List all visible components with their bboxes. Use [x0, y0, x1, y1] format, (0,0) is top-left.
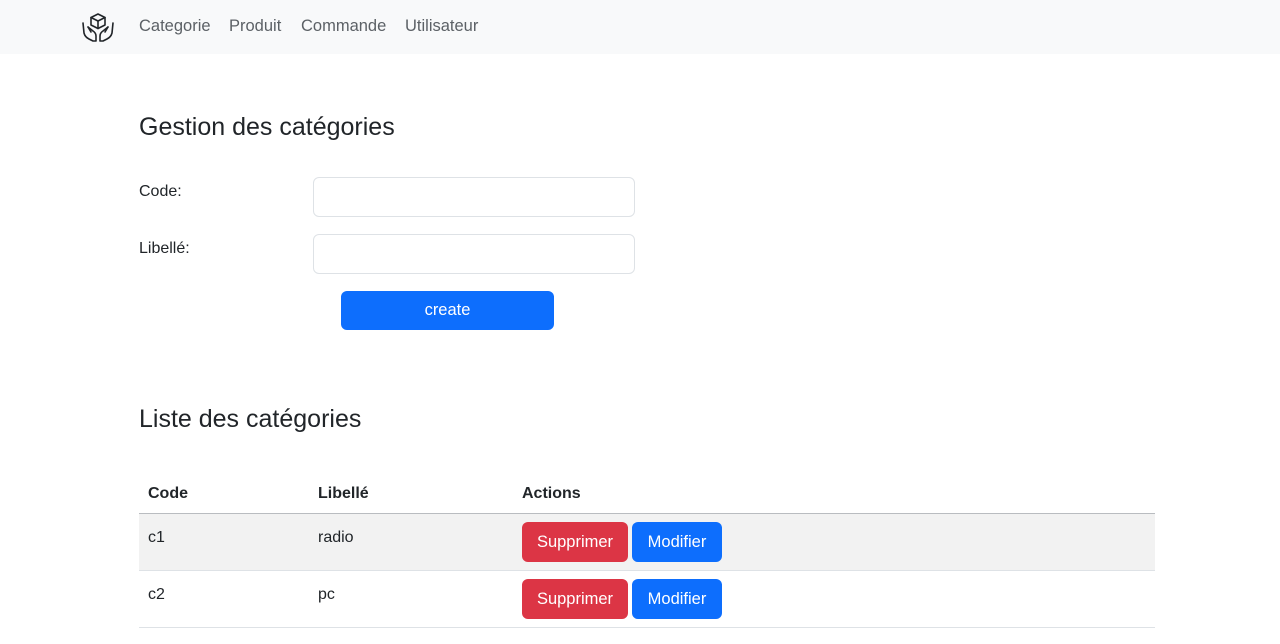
nav-link-produit[interactable]: Produit [229, 16, 281, 36]
edit-button[interactable]: Modifier [632, 579, 722, 619]
hands-box-icon [82, 13, 114, 42]
libelle-label: Libellé: [139, 240, 190, 257]
cell-libelle: pc [318, 586, 335, 603]
brand-logo[interactable] [80, 10, 116, 44]
table-row: c1 radio Supprimer Modifier [139, 514, 1155, 571]
column-header-code: Code [148, 485, 188, 502]
delete-button[interactable]: Supprimer [522, 522, 628, 562]
edit-button[interactable]: Modifier [632, 522, 722, 562]
nav-link-utilisateur[interactable]: Utilisateur [405, 16, 478, 36]
form-title: Gestion des catégories [139, 113, 395, 141]
create-button[interactable]: create [341, 291, 554, 330]
navbar: Categorie Produit Commande Utilisateur [0, 0, 1280, 54]
column-header-libelle: Libellé [318, 485, 369, 502]
code-input[interactable] [313, 177, 635, 217]
cell-code: c2 [148, 586, 165, 603]
nav-link-commande[interactable]: Commande [301, 16, 386, 36]
categories-table: Code Libellé Actions c1 radio Supprimer … [139, 471, 1155, 628]
cell-code: c1 [148, 529, 165, 546]
nav-link-categorie[interactable]: Categorie [139, 16, 211, 36]
libelle-input[interactable] [313, 234, 635, 274]
code-label: Code: [139, 183, 182, 200]
column-header-actions: Actions [522, 485, 581, 502]
list-title: Liste des catégories [139, 405, 362, 433]
cell-libelle: radio [318, 529, 354, 546]
table-header: Code Libellé Actions [139, 471, 1155, 514]
table-row: c2 pc Supprimer Modifier [139, 571, 1155, 628]
delete-button[interactable]: Supprimer [522, 579, 628, 619]
